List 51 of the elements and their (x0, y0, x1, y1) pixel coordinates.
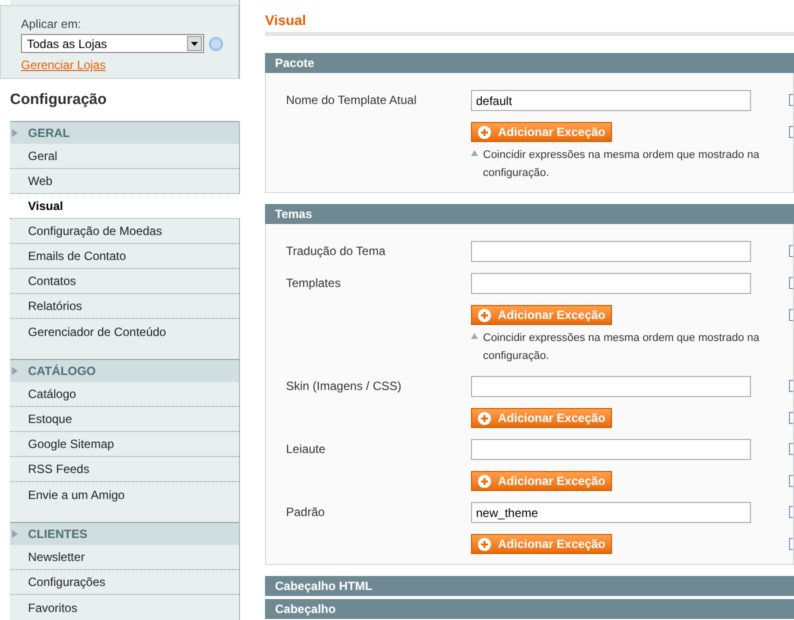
sidebar-item[interactable]: Newsletter (10, 545, 239, 570)
sidebar-item[interactable]: Envie a um Amigo (10, 482, 239, 507)
field-label: Leiaute (285, 441, 326, 458)
input-field[interactable] (471, 241, 751, 262)
scope-label: Aplicar em: (21, 16, 82, 33)
caret-icon (12, 530, 18, 538)
sidebar-item[interactable]: Emails de Contato (10, 244, 239, 269)
input-field[interactable] (471, 376, 751, 397)
input-field[interactable]: new_theme (471, 502, 751, 523)
sidebar-item[interactable]: RSS Feeds (10, 457, 239, 482)
sidebar-item[interactable]: Configurações (10, 570, 239, 595)
sidebar-title: Configuração (10, 90, 107, 110)
field-label: Padrão (285, 504, 326, 521)
plus-icon (478, 538, 491, 550)
plus-icon (478, 412, 491, 424)
sidebar-group-header[interactable]: GERAL (10, 122, 239, 144)
field-label: Tradução do Tema (285, 243, 386, 260)
input-field[interactable]: default (471, 90, 751, 111)
section-header[interactable]: Cabeçalho HTML (265, 576, 794, 596)
sidebar-item[interactable]: Geral (10, 144, 239, 169)
sidebar-item[interactable]: Contatos (10, 269, 239, 294)
field-label: Templates (285, 275, 342, 292)
triangle-icon (471, 333, 478, 339)
plus-icon (478, 308, 491, 322)
sidebar-item[interactable]: Google Sitemap (10, 432, 239, 457)
input-field[interactable] (471, 273, 751, 294)
dropdown-arrow-icon (191, 42, 198, 46)
field-label: Nome do Template Atual (285, 92, 418, 109)
sidebar-item[interactable]: Gerenciador de Conteúdo (10, 319, 239, 344)
hint-text: Coincidir expressões na mesma ordem que mostrado na configuração. (483, 331, 760, 364)
sidebar-item[interactable]: Configuração de Moedas (10, 219, 239, 244)
hint-text: Coincidir expressões na mesma ordem que mostrado na configuração. (483, 148, 760, 181)
sidebar-group-header[interactable]: CLIENTES (10, 523, 239, 545)
caret-icon (12, 367, 18, 375)
input-field[interactable] (471, 439, 751, 460)
sidebar-item[interactable]: Visual (10, 194, 240, 219)
plus-icon (478, 126, 491, 138)
store-select[interactable]: Todas as Lojas (21, 34, 204, 53)
section-header[interactable]: Temas (265, 204, 794, 224)
triangle-icon (471, 150, 478, 156)
sidebar-group-header[interactable]: CATÁLOGO (10, 360, 239, 382)
plus-icon (478, 474, 491, 488)
caret-icon (12, 129, 18, 137)
field-label: Skin (Imagens / CSS) (285, 378, 402, 395)
section-header[interactable]: Cabeçalho (265, 599, 794, 619)
sidebar-item[interactable]: Favoritos (10, 595, 239, 620)
sidebar-item[interactable]: Estoque (10, 407, 239, 432)
sidebar-item[interactable]: Relatórios (10, 294, 239, 319)
page-title: Visual (265, 12, 306, 28)
section-header[interactable]: Pacote (265, 53, 794, 73)
sidebar-item[interactable]: Catálogo (10, 382, 239, 407)
